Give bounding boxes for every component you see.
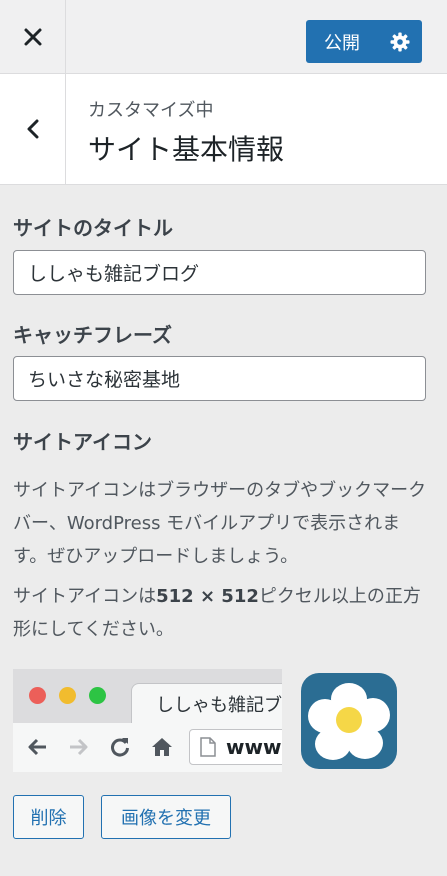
site-title-label: サイトのタイトル (13, 216, 173, 240)
preview-url-text: www. (226, 735, 282, 759)
close-icon (24, 28, 41, 46)
forward-arrow-icon (70, 738, 88, 756)
section-subtitle: カスタマイズ中 (88, 100, 214, 121)
chevron-left-icon (27, 119, 38, 139)
window-close-dot (29, 687, 46, 704)
window-minimize-dot (59, 687, 76, 704)
home-icon (152, 738, 172, 756)
remove-icon-button[interactable]: 削除 (13, 795, 84, 839)
preview-tab-title: ししゃも雑記ブログ (156, 694, 282, 716)
publish-settings-button[interactable] (378, 32, 422, 52)
window-zoom-dot (89, 687, 106, 704)
site-title-input[interactable]: ししゃも雑記ブログ (13, 250, 426, 295)
tagline-label: キャッチフレーズ (13, 323, 172, 347)
publish-button-group: 公開 (306, 20, 422, 63)
gear-icon (390, 32, 410, 51)
preview-url-box: www. (189, 729, 282, 765)
preview-tab: ししゃも雑記ブログ (131, 683, 282, 723)
back-button[interactable] (0, 74, 66, 184)
customizer-header: 公開 (0, 0, 447, 74)
browser-tab-preview: ししゃも雑記ブログ www. (13, 669, 282, 772)
section-title: サイト基本情報 (88, 133, 285, 166)
section-header: カスタマイズ中 サイト基本情報 (0, 74, 447, 185)
site-icon-size-note: サイトアイコンは512 × 512ピクセル以上の正方形にしてください。 (13, 580, 433, 646)
size-note-dimensions: 512 × 512 (156, 586, 259, 607)
publish-button[interactable]: 公開 (306, 29, 378, 55)
back-arrow-icon (28, 738, 46, 756)
change-image-button[interactable]: 画像を変更 (101, 795, 231, 839)
preview-navbar: www. (13, 723, 282, 772)
close-button[interactable] (0, 0, 66, 74)
site-icon-preview (301, 673, 397, 769)
reload-icon (111, 738, 129, 757)
size-note-prefix: サイトアイコンは (13, 586, 157, 607)
site-icon-label: サイトアイコン (13, 430, 152, 454)
flower-icon (308, 683, 390, 760)
tagline-input[interactable]: ちいさな秘密基地 (13, 356, 426, 401)
site-icon-description: サイトアイコンはブラウザーのタブやブックマークバー、WordPress モバイル… (13, 480, 427, 567)
page-icon (200, 737, 216, 757)
